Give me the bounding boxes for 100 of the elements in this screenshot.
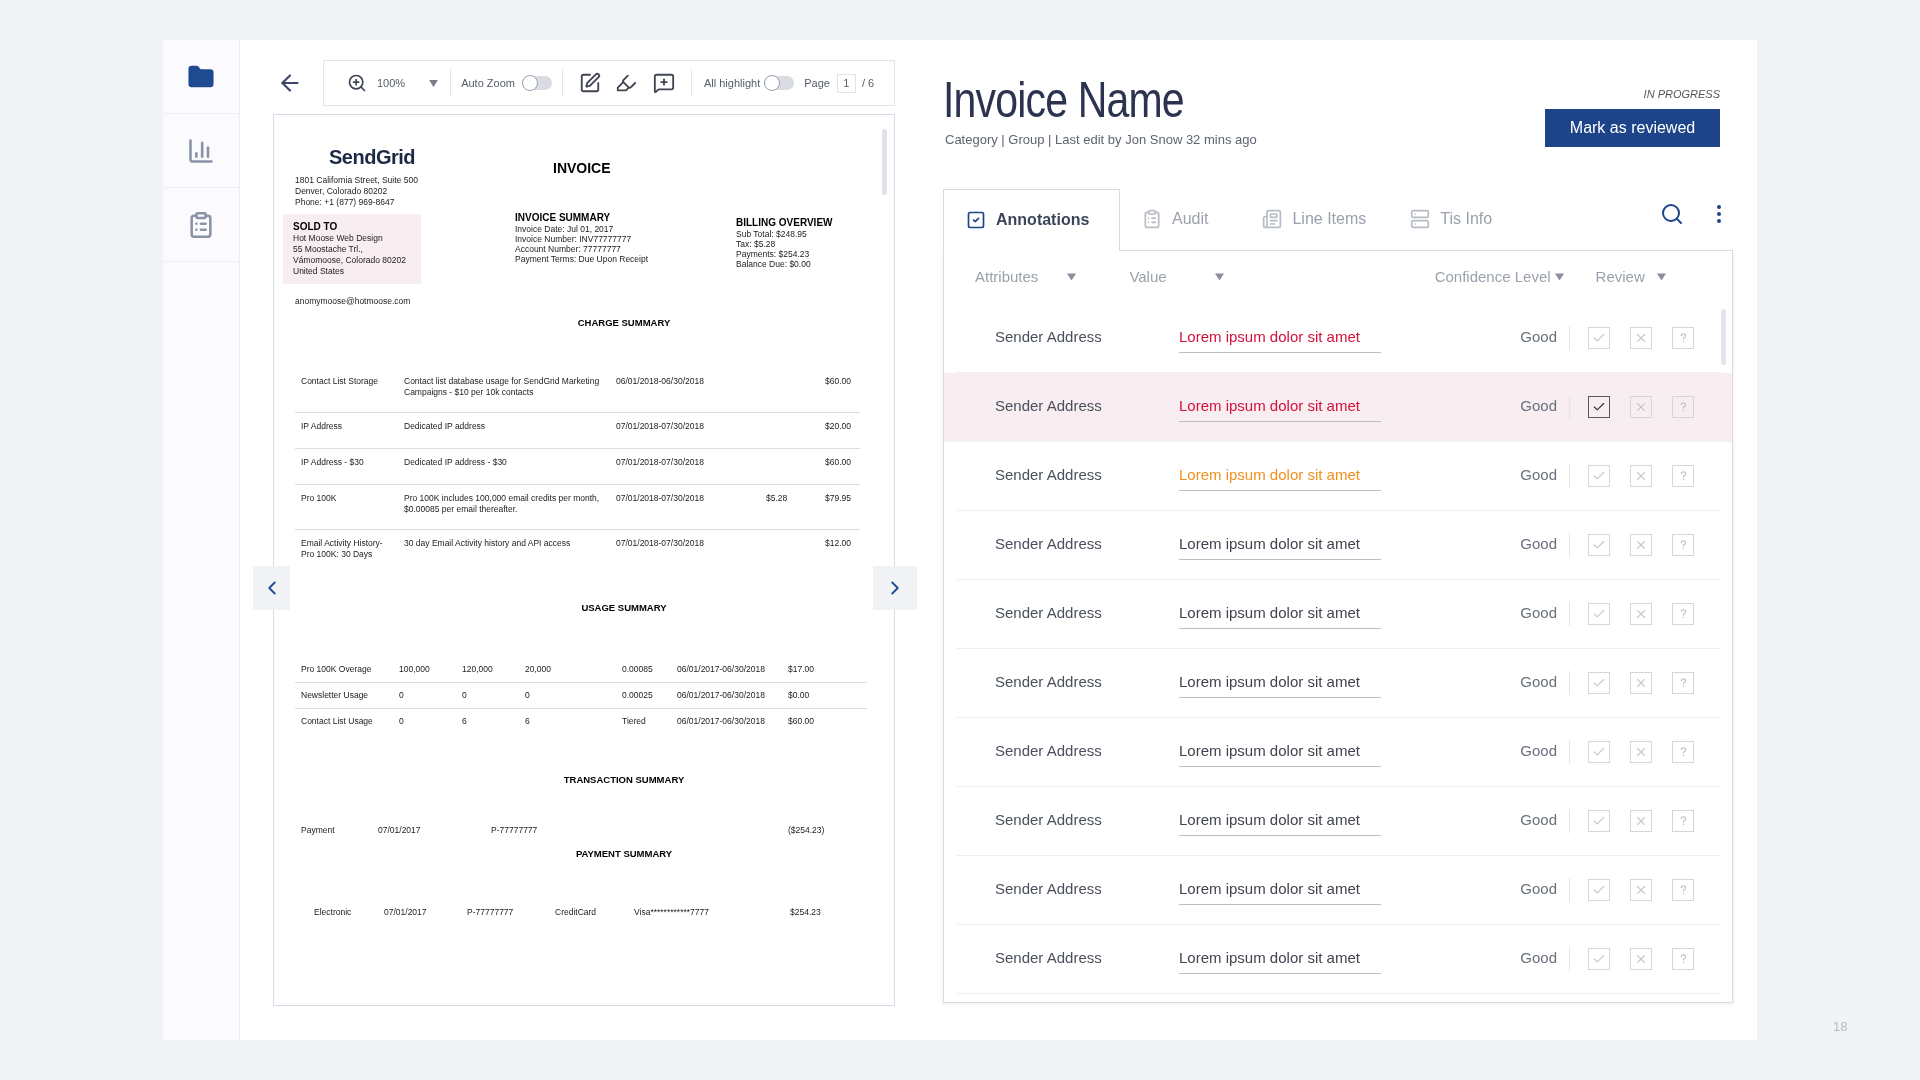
value-field[interactable]: Lorem ipsum dolor sit amet	[1179, 874, 1381, 905]
table-cell-text: Visa************7777	[634, 907, 710, 918]
attribute-label: Sender Address	[995, 465, 1103, 486]
page-label: Page	[804, 75, 830, 91]
table-cell-text: 0	[399, 690, 405, 701]
address-line: United States	[293, 266, 346, 277]
table-cell-text: 30 day Email Activity history and API access	[404, 538, 572, 550]
confidence-level: Good	[1520, 327, 1557, 348]
page-input[interactable]: 1	[836, 73, 856, 93]
attribute-label: Sender Address	[995, 396, 1103, 417]
table-cell-text: 07/01/2018-07/30/2018	[616, 457, 705, 468]
reject-button[interactable]	[1630, 395, 1652, 418]
value-field[interactable]: Lorem ipsum dolor sit amet	[1179, 805, 1381, 836]
table-cell-text: $60.00	[788, 716, 815, 727]
summary-heading: BILLING OVERVIEW	[736, 217, 833, 229]
reject-button[interactable]	[1630, 671, 1652, 694]
summary-line: Invoice Date: Jul 01, 2017	[515, 224, 615, 234]
table-cell-text: $0.00	[788, 690, 811, 701]
address-line: 1801 California Street, Suite 500	[295, 175, 419, 186]
reject-button[interactable]	[1630, 740, 1652, 763]
reject-button[interactable]	[1630, 464, 1652, 487]
page-number: 18	[1833, 1019, 1848, 1034]
table-cell-text: 06/01/2017-06/30/2018	[677, 690, 766, 701]
confidence-level: Good	[1520, 810, 1557, 831]
value-field[interactable]: Lorem ipsum dolor sit amet	[1179, 391, 1381, 422]
reject-button[interactable]	[1630, 809, 1652, 832]
table-cell-text: 06/01/2017-06/30/2018	[677, 716, 766, 727]
toggle-switch[interactable]	[764, 76, 795, 90]
attribute-label: Sender Address	[995, 534, 1103, 555]
search-icon[interactable]	[1660, 201, 1684, 226]
unsure-button[interactable]	[1672, 740, 1694, 763]
table-cell-text: 6	[462, 716, 468, 727]
reject-button[interactable]	[1630, 533, 1652, 556]
reject-button[interactable]	[1630, 947, 1652, 970]
table-cell-text: Dedicated IP address - $30	[404, 457, 508, 468]
section-heading: CHARGE SUMMARY	[577, 317, 671, 328]
table-cell-text: 06/01/2018-06/30/2018	[616, 376, 705, 388]
scrollbar[interactable]	[1721, 308, 1726, 365]
confidence-level: Good	[1520, 741, 1557, 762]
unsure-button[interactable]	[1672, 947, 1694, 970]
server-icon	[1410, 208, 1431, 229]
status-label: IN PROGRESS	[1643, 87, 1720, 102]
unsure-button[interactable]	[1672, 809, 1694, 832]
table-cell-text: 0	[462, 690, 468, 701]
question-icon	[1679, 677, 1687, 688]
confidence-level: Good	[1520, 603, 1557, 624]
zoom-level[interactable]: 100%	[377, 74, 406, 92]
next-page-button[interactable]	[873, 566, 917, 610]
bar-chart-icon[interactable]	[187, 136, 215, 165]
table-cell-text: 07/01/2018-07/30/2018	[616, 493, 705, 505]
document-icon	[1262, 208, 1283, 229]
unsure-button[interactable]	[1672, 395, 1694, 418]
approve-checkbox[interactable]	[1588, 395, 1610, 418]
unsure-button[interactable]	[1672, 878, 1694, 901]
previous-page-button[interactable]	[253, 566, 290, 610]
clipboard-icon[interactable]	[187, 210, 215, 239]
table-cell-text: $17.00	[788, 664, 815, 675]
table-cell-text: $79.95	[824, 493, 851, 505]
value-field[interactable]: Lorem ipsum dolor sit amet	[1179, 736, 1381, 767]
select-edit-icon[interactable]	[578, 72, 601, 94]
highlighter-icon[interactable]	[614, 72, 637, 94]
unsure-button[interactable]	[1672, 464, 1694, 487]
value-field[interactable]: Lorem ipsum dolor sit amet	[1179, 943, 1381, 974]
mark-as-reviewed-button[interactable]: Mark as reviewed	[1545, 108, 1720, 147]
attribute-label: Sender Address	[995, 327, 1103, 348]
value-field[interactable]: Lorem ipsum dolor sit amet	[1179, 322, 1381, 353]
question-icon	[1679, 746, 1687, 757]
question-icon	[1679, 470, 1687, 481]
reject-button[interactable]	[1630, 602, 1652, 625]
add-comment-icon[interactable]	[652, 72, 675, 94]
toggle-label: Auto Zoom	[461, 75, 515, 91]
table-cell-text: Pro 100K	[301, 493, 338, 505]
scrollbar[interactable]	[882, 129, 887, 195]
toggle-switch[interactable]	[521, 76, 552, 90]
value-field[interactable]: Lorem ipsum dolor sit amet	[1179, 598, 1381, 629]
summary-line: Payment Terms: Due Upon Receipt	[515, 254, 650, 264]
unsure-button[interactable]	[1672, 326, 1694, 349]
table-cell-text: 06/01/2017-06/30/2018	[677, 664, 766, 675]
confidence-level: Good	[1520, 672, 1557, 693]
value-field[interactable]: Lorem ipsum dolor sit amet	[1179, 667, 1381, 698]
table-cell-text: 0	[525, 690, 531, 701]
address-line: Vámomoose, Colorado 80202	[293, 255, 407, 266]
table-cell-text: IP Address - $30	[301, 457, 365, 468]
unsure-button[interactable]	[1672, 671, 1694, 694]
tab[interactable]: Annotations	[943, 188, 1120, 251]
reject-button[interactable]	[1630, 326, 1652, 349]
clipboard-icon	[1142, 208, 1162, 229]
question-icon	[1679, 608, 1687, 619]
caret-icon	[1554, 273, 1564, 281]
table-cell-text: Newsletter Usage	[301, 690, 370, 701]
table-cell-text: 100,000	[399, 664, 431, 675]
unsure-button[interactable]	[1672, 533, 1694, 556]
summary-heading: INVOICE SUMMARY	[515, 212, 612, 224]
table-row[interactable]: Sender Address Lorem ipsum dolor sit amet Good	[944, 372, 1732, 442]
value-field[interactable]: Lorem ipsum dolor sit amet	[1179, 529, 1381, 560]
reject-button[interactable]	[1630, 878, 1652, 901]
table-cell-text: 07/01/2017	[384, 907, 428, 918]
unsure-button[interactable]	[1672, 602, 1694, 625]
zoom-in-icon[interactable]	[347, 73, 367, 93]
table-cell-text: P-77777777	[467, 907, 515, 918]
